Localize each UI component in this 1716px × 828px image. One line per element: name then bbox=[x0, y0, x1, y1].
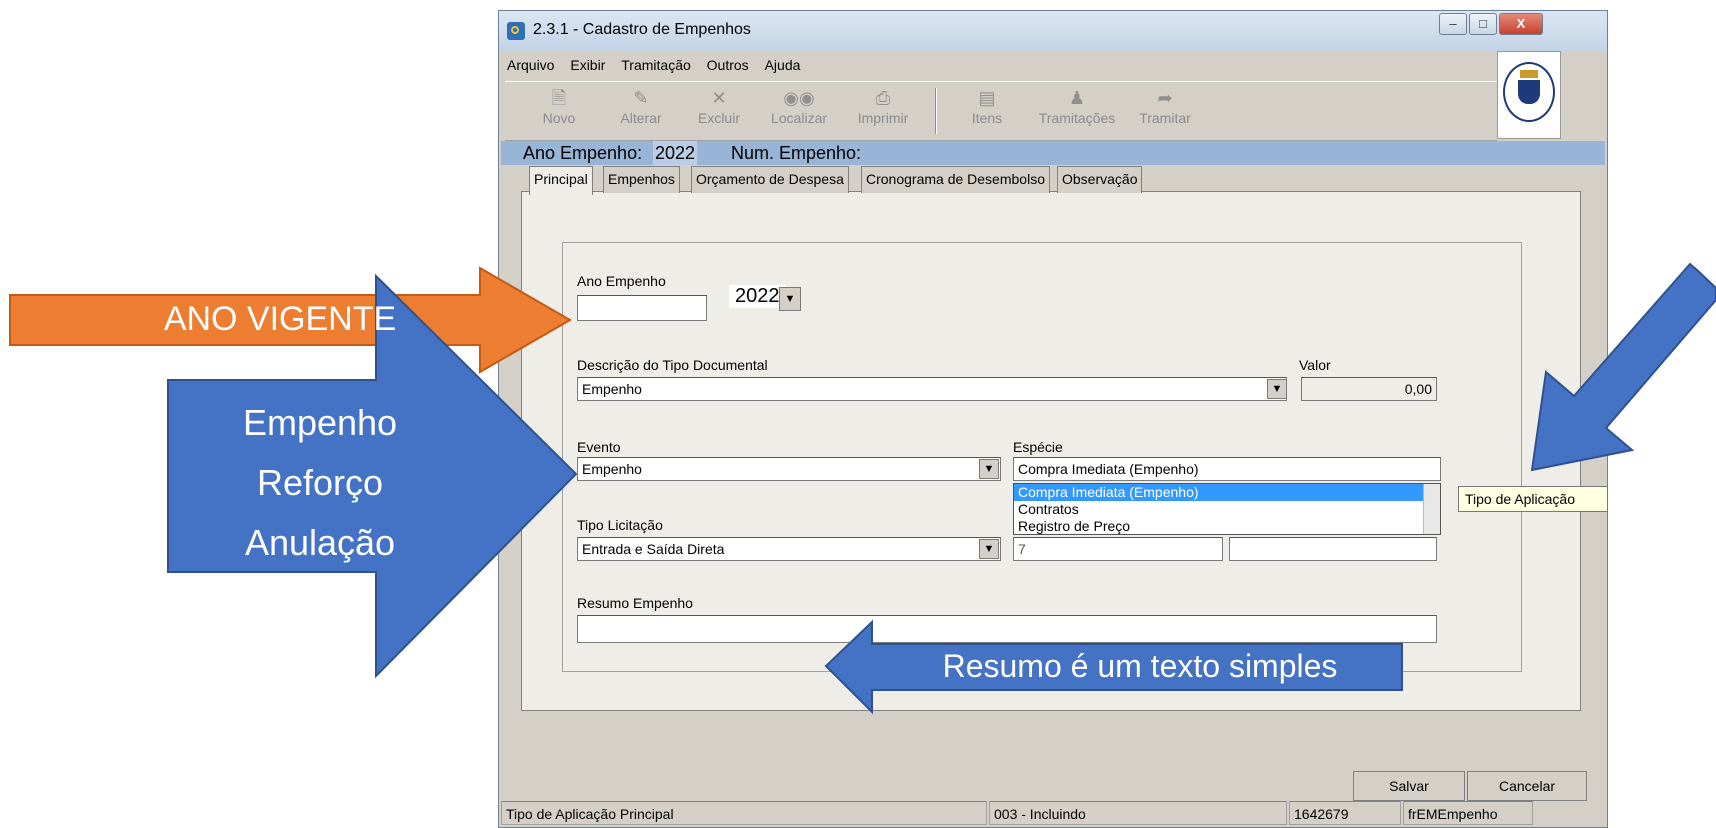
evento-tipo-empenho: Empenho bbox=[242, 402, 398, 443]
tipo-aplicacao-arrow bbox=[1530, 262, 1716, 472]
evento-tipo-reforco: Reforço bbox=[256, 462, 384, 503]
ano-vigente-text: ANO VIGENTE bbox=[163, 300, 397, 338]
tab-principal[interactable]: Principal bbox=[529, 166, 593, 195]
resumo-note-text: Resumo é um texto simples bbox=[942, 648, 1338, 684]
evento-tipo-anulacao: Anulação bbox=[244, 522, 396, 563]
